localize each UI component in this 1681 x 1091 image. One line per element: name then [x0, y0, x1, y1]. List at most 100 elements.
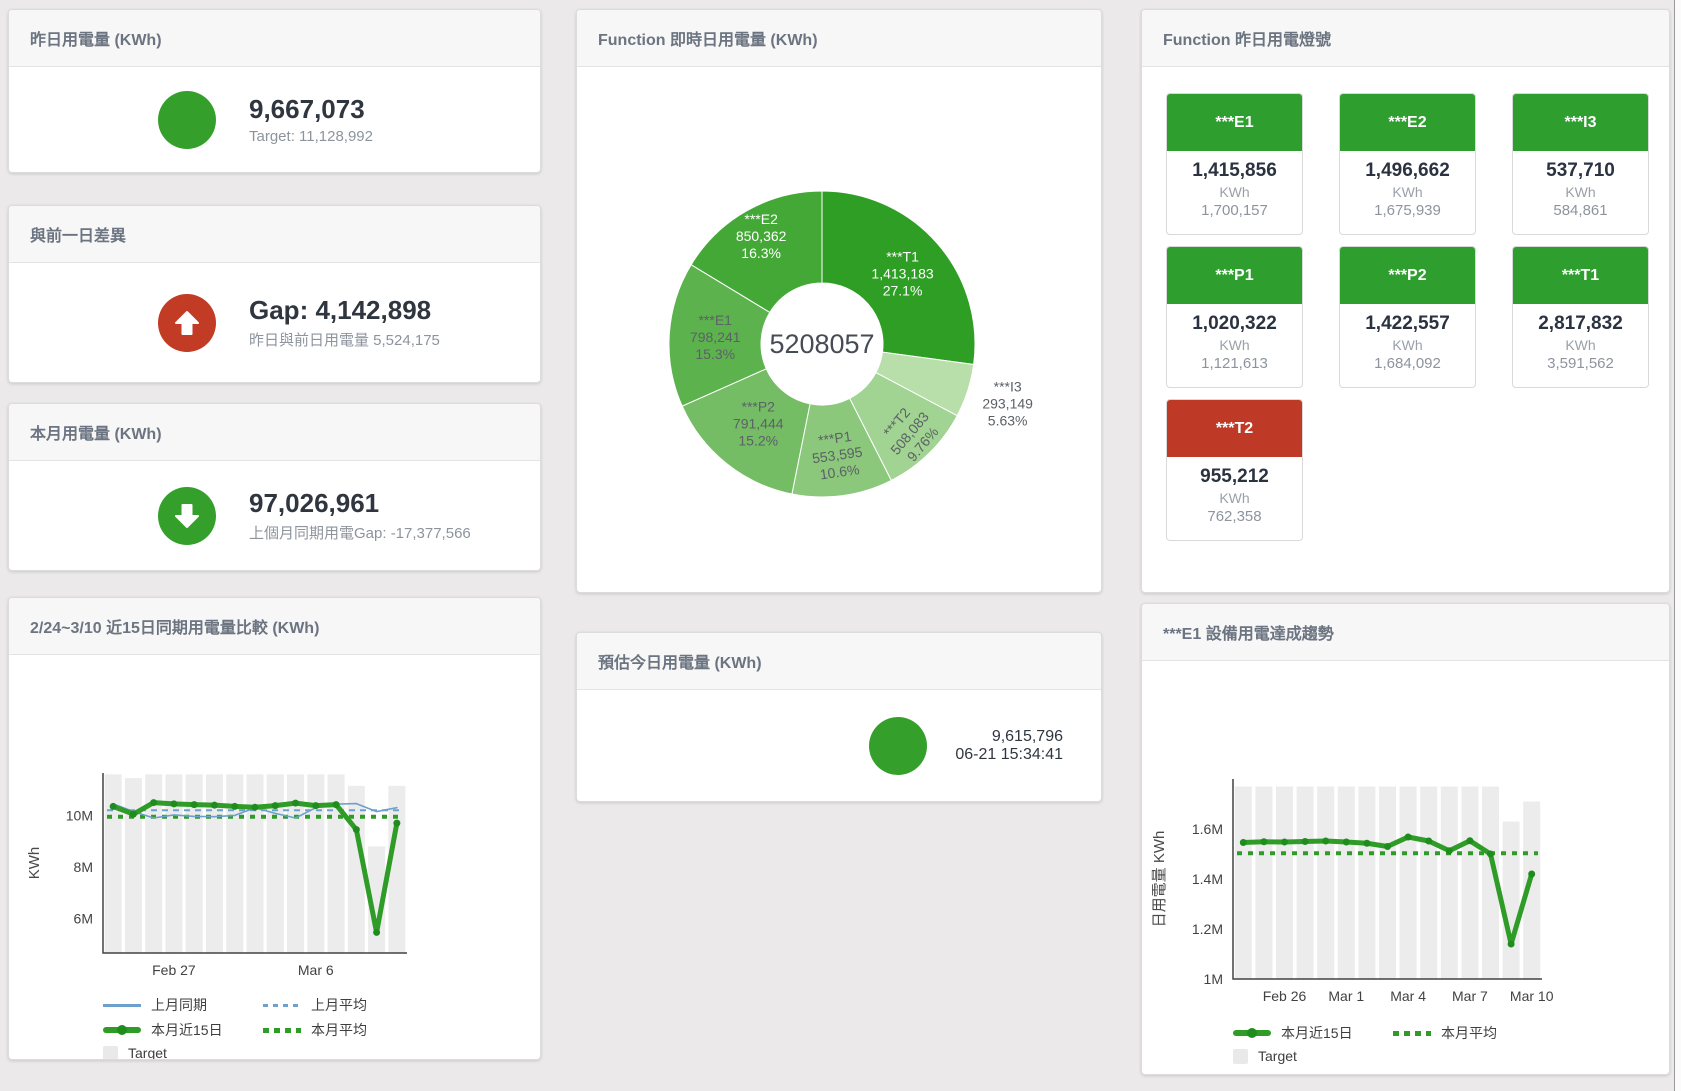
status-tile-label: ***P1 [1167, 247, 1302, 304]
legend-label: Target [1258, 1048, 1297, 1064]
status-tile: ***T12,817,832KWh3,591,562 [1512, 246, 1649, 388]
gray-square-swatch-icon [1233, 1049, 1248, 1064]
status-tile: ***P11,020,322KWh1,121,613 [1166, 246, 1303, 388]
blue-line-swatch-icon [103, 1004, 141, 1007]
stat-text: 9,615,796 06-21 15:34:41 [955, 728, 1063, 764]
green-status-circle-icon [869, 717, 927, 775]
middle-column: Function 即時日用電量 (KWh) ***T11,413,18327.1… [576, 0, 1102, 802]
month-value: 97,026,961 [249, 489, 471, 519]
stat-text: Gap: 4,142,898 昨日與前日用電量 5,524,175 [249, 296, 440, 351]
status-tile-label: ***T1 [1513, 247, 1648, 304]
green-status-circle-icon [158, 91, 216, 149]
card-title: 本月用電量 (KWh) [9, 404, 540, 461]
legend-row: 上月同期上月平均 [103, 995, 540, 1015]
legend-label: 本月近15日 [1281, 1023, 1353, 1043]
right-column: Function 昨日用電燈號 ***E1 1,415,856 KWh 1,700,1… [1141, 0, 1670, 1075]
legend-label: 本月平均 [311, 1020, 367, 1040]
e1-trend-line-chart: 1M1.2M1.4M1.6MFeb 26Mar 1Mar 4Mar 7Mar 1… [1142, 667, 1670, 1011]
svg-text:Feb 26: Feb 26 [1263, 988, 1307, 1004]
svg-text:1.6M: 1.6M [1192, 821, 1223, 837]
status-tile-secondary: 1,121,613 [1167, 355, 1302, 372]
function-usage-donut-chart: ***T11,413,18327.1%***I3293,1495.63%***T… [577, 67, 1102, 572]
card-month-usage: 本月用電量 (KWh) 97,026,961 上個月同期用電Gap: -17,3… [8, 403, 541, 571]
yesterday-value: 9,667,073 [249, 95, 373, 125]
status-tile-grid: ***E11,415,856KWh1,700,157***E21,496,662… [1142, 67, 1669, 541]
green-line-swatch-icon [103, 1027, 141, 1033]
scrollbar-track[interactable] [1674, 0, 1681, 1091]
day-gap-stat: Gap: 4,142,898 昨日與前日用電量 5,524,175 [9, 263, 540, 383]
status-tile-label: ***I3 [1513, 94, 1648, 151]
status-tile: ***I3 537,710 KWh 584,861 [1512, 93, 1649, 235]
status-tile: ***T2955,212KWh762,358 [1166, 399, 1303, 541]
estimate-timestamp: 06-21 15:34:41 [955, 746, 1063, 764]
legend-label: 本月平均 [1441, 1023, 1497, 1043]
legend-label: 上月平均 [311, 995, 367, 1015]
status-tile-secondary: 1,675,939 [1340, 202, 1475, 219]
legend-row: Target [103, 1045, 540, 1060]
status-tile-unit: KWh [1513, 337, 1648, 353]
card-title: 預估今日用電量 (KWh) [577, 633, 1101, 690]
status-tile-unit: KWh [1167, 184, 1302, 200]
yesterday-target: Target: 11,128,992 [249, 128, 373, 145]
svg-text:Mar 4: Mar 4 [1390, 988, 1426, 1004]
arrow-down-icon [158, 487, 216, 545]
status-tile-unit: KWh [1513, 184, 1648, 200]
card-yesterday-usage: 昨日用電量 (KWh) 9,667,073 Target: 11,128,992 [8, 9, 541, 173]
svg-text:***I3293,1495.63%: ***I3293,1495.63% [982, 379, 1033, 429]
status-tile-label: ***E1 [1167, 94, 1302, 151]
legend-item: Target [1233, 1048, 1393, 1064]
status-tile-label: ***P2 [1340, 247, 1475, 304]
svg-text:Mar 7: Mar 7 [1452, 988, 1488, 1004]
status-tile-label: ***T2 [1167, 400, 1302, 457]
donut-center-total: 5208057 [769, 329, 874, 359]
svg-text:10M: 10M [66, 807, 93, 823]
svg-text:1M: 1M [1204, 971, 1223, 987]
status-tile: ***P21,422,557KWh1,684,092 [1339, 246, 1476, 388]
card-title: Function 昨日用電燈號 [1142, 10, 1669, 67]
green-line-swatch-icon [1233, 1030, 1271, 1036]
status-tile-value: 1,422,557 [1340, 313, 1475, 335]
blue-dash-swatch-icon [263, 1004, 301, 1007]
svg-text:8M: 8M [74, 859, 93, 875]
status-tile-value: 537,710 [1513, 160, 1648, 182]
card-estimate-today: 預估今日用電量 (KWh) 9,615,796 06-21 15:34:41 [576, 632, 1102, 802]
status-tile-value: 1,496,662 [1340, 160, 1475, 182]
card-day-gap: 與前一日差異 Gap: 4,142,898 昨日與前日用電量 5,524,175 [8, 205, 541, 383]
stat-text: 97,026,961 上個月同期用電Gap: -17,377,566 [249, 489, 471, 544]
legend-row: Target [1233, 1048, 1669, 1064]
status-tile-secondary: 1,700,157 [1167, 202, 1302, 219]
card-function-lights: Function 昨日用電燈號 ***E1 1,415,856 KWh 1,700,1… [1141, 9, 1670, 593]
svg-text:Mar 10: Mar 10 [1510, 988, 1554, 1004]
status-tile-unit: KWh [1340, 337, 1475, 353]
legend-item: Target [103, 1045, 263, 1060]
status-tile: ***E1 1,415,856 KWh 1,700,157 [1166, 93, 1303, 235]
arrow-up-icon [158, 294, 216, 352]
status-tile-unit: KWh [1167, 337, 1302, 353]
svg-text:6M: 6M [74, 910, 93, 926]
donut-chart-body: ***T11,413,18327.1%***I3293,1495.63%***T… [577, 67, 1101, 572]
yesterday-stat: 9,667,073 Target: 11,128,992 [9, 67, 540, 173]
compare-line-chart: 6M8M10MFeb 27Mar 6KWh [9, 661, 541, 985]
estimate-stat: 9,615,796 06-21 15:34:41 [577, 690, 1101, 802]
day-gap-value: Gap: 4,142,898 [249, 296, 440, 326]
status-tile-secondary: 584,861 [1513, 202, 1648, 219]
status-tile-value: 1,415,856 [1167, 160, 1302, 182]
month-stat: 97,026,961 上個月同期用電Gap: -17,377,566 [9, 461, 540, 571]
status-tile-unit: KWh [1167, 490, 1302, 506]
card-title: Function 即時日用電量 (KWh) [577, 10, 1101, 67]
svg-text:Mar 1: Mar 1 [1328, 988, 1364, 1004]
svg-text:1.4M: 1.4M [1192, 871, 1223, 887]
green-dot-swatch-icon [263, 1028, 301, 1033]
legend-item: 本月近15日 [103, 1020, 263, 1040]
left-column: 昨日用電量 (KWh) 9,667,073 Target: 11,128,992… [8, 0, 541, 1060]
stat-text: 9,667,073 Target: 11,128,992 [249, 95, 373, 146]
svg-text:KWh: KWh [26, 847, 43, 880]
status-tile-value: 2,817,832 [1513, 313, 1648, 335]
status-tile-value: 955,212 [1167, 466, 1302, 488]
legend-row: 本月近15日 本月平均 [1233, 1023, 1669, 1043]
legend-label: Target [128, 1045, 167, 1060]
estimate-value: 9,615,796 [955, 728, 1063, 746]
legend-item: 本月平均 [1393, 1023, 1553, 1043]
gray-square-swatch-icon [103, 1046, 118, 1061]
month-gap-subtitle: 上個月同期用電Gap: -17,377,566 [249, 522, 471, 543]
